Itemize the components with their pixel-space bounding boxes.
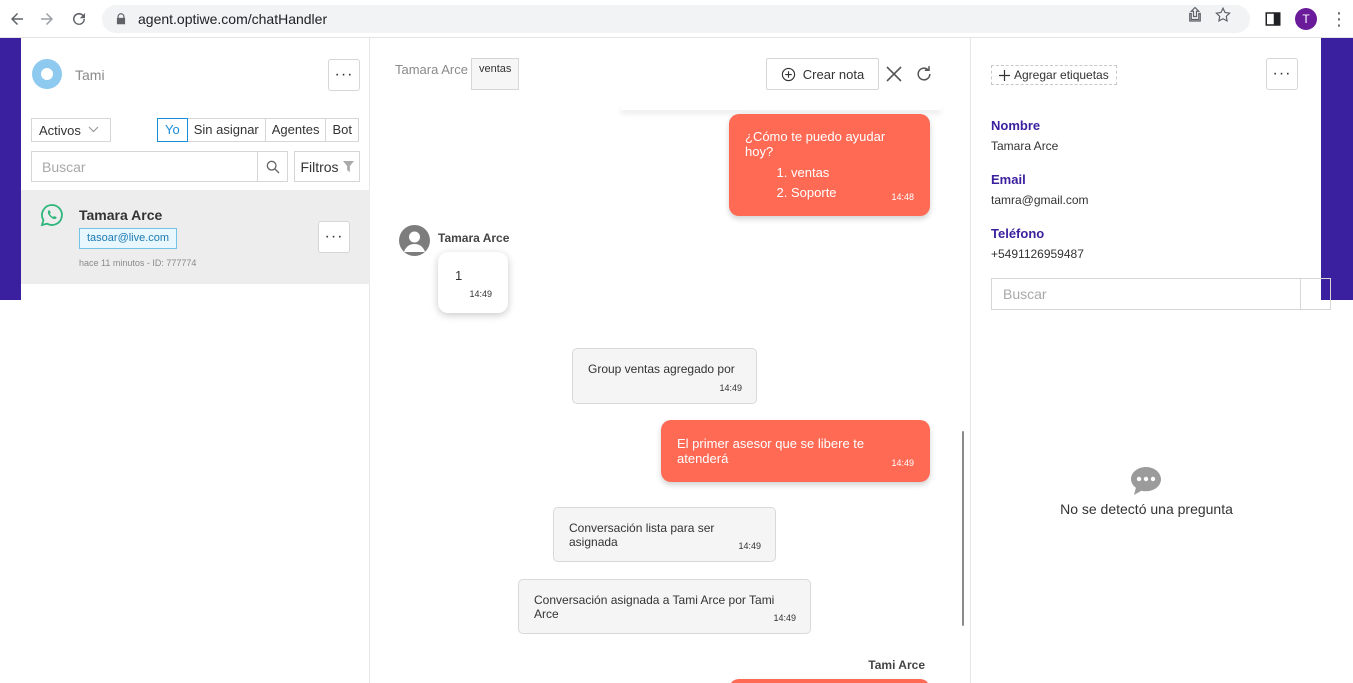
question-search-input[interactable] <box>992 279 1300 309</box>
add-tags-button[interactable]: Agregar etiquetas <box>991 65 1117 85</box>
message-text: ¿Cómo te puedo ayudar hoy? <box>745 129 886 159</box>
back-arrow-icon[interactable] <box>2 4 32 34</box>
browser-menu-icon[interactable]: ⋮ <box>1330 8 1348 30</box>
reload-icon[interactable] <box>64 4 94 34</box>
funnel-icon <box>342 161 354 172</box>
message-option: ventas <box>791 163 914 183</box>
message-time: 14:49 <box>738 541 761 551</box>
message-time: 14:49 <box>469 289 492 299</box>
field-label-email: Email <box>991 172 1026 187</box>
message-text: Conversación lista para ser asignada <box>569 521 715 549</box>
segment-yo[interactable]: Yo <box>157 118 188 142</box>
chat-handler-app: Tami ··· Activos Yo Sin asignar Agentes … <box>21 38 1331 683</box>
add-tags-label: Agregar etiquetas <box>1014 68 1109 82</box>
more-dots-icon: ··· <box>1272 65 1292 82</box>
whatsapp-icon <box>40 204 63 227</box>
chat-scrollbar[interactable] <box>962 431 964 626</box>
field-label-nombre: Nombre <box>991 118 1041 133</box>
plus-circle-icon <box>781 67 795 81</box>
conversation-list-item[interactable]: Tamara Arce tasoar@live.com hace 11 minu… <box>21 190 370 284</box>
field-value-email: tamra@gmail.com <box>991 193 1089 207</box>
profile-avatar[interactable]: T <box>1295 8 1317 30</box>
status-dropdown[interactable]: Activos <box>31 118 111 142</box>
conversation-meta: hace 11 minutos - ID: 777774 <box>79 258 197 268</box>
system-message: Conversación lista para ser asignada 14:… <box>553 507 776 562</box>
no-question-message: No se detectó una pregunta <box>1060 501 1233 517</box>
user-avatar-icon <box>399 225 430 256</box>
chat-panel: Tamara Arce ventas Crear nota ¿Cómo te p… <box>371 38 971 683</box>
assignment-filter: Yo Sin asignar Agentes Bot <box>157 118 359 142</box>
create-note-button[interactable]: Crear nota <box>766 58 879 90</box>
refresh-icon[interactable] <box>914 64 934 84</box>
conversation-menu-button[interactable]: ··· <box>318 221 350 253</box>
question-search-button[interactable] <box>1300 279 1330 309</box>
agent-name: Tami <box>75 67 105 83</box>
conversation-email-tag: tasoar@live.com <box>79 228 178 249</box>
optiwe-logo <box>32 59 62 89</box>
message-time: 14:49 <box>773 613 796 623</box>
field-label-telefono: Teléfono <box>991 226 1045 241</box>
outgoing-message: El primer asesor que se libere te atende… <box>661 420 930 482</box>
message-time: 14:49 <box>891 458 914 468</box>
create-note-label: Crear nota <box>802 66 865 82</box>
conversation-contact-name: Tamara Arce <box>79 207 163 223</box>
plus-icon <box>999 69 1010 81</box>
field-value-nombre: Tamara Arce <box>991 139 1059 153</box>
message-text: Conversación asignada a Tami Arce por Ta… <box>534 593 775 621</box>
message-text: Group ventas agregado por <box>588 362 735 376</box>
chat-header: Tamara Arce ventas Crear nota <box>371 38 971 110</box>
filters-label: Filtros <box>300 158 339 175</box>
details-menu-button[interactable]: ··· <box>1266 58 1298 90</box>
forward-arrow-icon[interactable] <box>32 4 62 34</box>
url-text: agent.optiwe.com/chatHandler <box>138 11 328 27</box>
chat-contact-name: Tamara Arce <box>395 62 468 77</box>
header-shadow <box>621 104 941 110</box>
outgoing-message: ¿Cómo te puedo ayudar hoy? ventas Soport… <box>729 114 930 216</box>
message-text: El primer asesor que se libere te atende… <box>677 436 865 466</box>
conversation-search <box>31 151 288 182</box>
segment-bot[interactable]: Bot <box>326 118 359 142</box>
question-search <box>991 278 1331 310</box>
segment-agentes[interactable]: Agentes <box>265 118 327 142</box>
address-bar[interactable]: agent.optiwe.com/chatHandler <box>102 5 1250 33</box>
chat-group-tag: ventas <box>471 58 520 90</box>
chat-bubble-icon <box>1131 467 1161 495</box>
browser-toolbar: agent.optiwe.com/chatHandler T ⋮ <box>0 0 1353 38</box>
filters-button[interactable]: Filtros <box>294 151 360 182</box>
contact-details-panel: Agregar etiquetas ··· Nombre Tamara Arce… <box>972 38 1331 683</box>
message-sender-name: Tamara Arce <box>438 231 510 245</box>
close-icon[interactable] <box>885 65 903 83</box>
segment-sin-asignar[interactable]: Sin asignar <box>187 118 266 142</box>
status-dropdown-value: Activos <box>39 122 81 138</box>
side-panel-icon[interactable] <box>1264 10 1282 28</box>
field-value-telefono: +5491126959487 <box>991 247 1084 261</box>
chevron-down-icon <box>88 125 99 136</box>
share-icon[interactable] <box>1186 6 1204 24</box>
more-dots-icon: ··· <box>334 66 354 83</box>
message-time: 14:49 <box>719 383 742 393</box>
agent-sender-name: Tami Arce <box>868 658 925 672</box>
message-text: 1 <box>455 268 463 283</box>
left-menu-button[interactable]: ··· <box>328 59 360 91</box>
system-message: Conversación asignada a Tami Arce por Ta… <box>518 579 811 634</box>
search-icon <box>266 160 279 173</box>
outgoing-message-partial <box>729 679 930 683</box>
more-dots-icon: ··· <box>324 228 344 245</box>
system-message: Group ventas agregado por 14:49 <box>572 348 757 404</box>
search-input[interactable] <box>32 152 257 181</box>
incoming-message: 1 14:49 <box>438 252 508 313</box>
lock-icon <box>116 13 126 25</box>
message-time: 14:48 <box>891 192 914 202</box>
search-button[interactable] <box>257 152 287 181</box>
conversations-panel: Tami ··· Activos Yo Sin asignar Agentes … <box>21 38 370 683</box>
bookmark-star-icon[interactable] <box>1214 6 1232 24</box>
